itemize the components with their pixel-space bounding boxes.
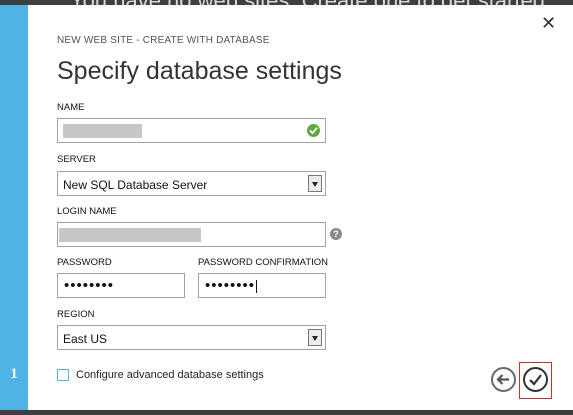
checkmark-icon (529, 374, 542, 386)
name-redacted-value (63, 124, 142, 138)
back-button[interactable] (491, 367, 516, 392)
region-select[interactable]: East US (57, 325, 326, 350)
arrow-left-icon (496, 374, 509, 385)
chevron-down-icon[interactable] (308, 329, 322, 346)
help-icon[interactable]: ? (330, 228, 342, 240)
password-confirmation-label: PASSWORD CONFIRMATION (198, 257, 329, 268)
login-name-input[interactable] (57, 222, 326, 247)
password-confirmation-input[interactable]: •••••••• (198, 273, 326, 298)
advanced-settings-checkbox[interactable] (57, 369, 69, 381)
chevron-down-icon[interactable] (308, 175, 322, 192)
close-icon[interactable]: ✕ (541, 14, 556, 32)
confirm-button[interactable] (523, 367, 548, 392)
valid-check-icon (307, 124, 320, 137)
login-name-redacted-value (59, 228, 201, 242)
name-label: NAME (57, 102, 85, 113)
password-label: PASSWORD (57, 257, 112, 268)
name-input[interactable] (57, 118, 326, 143)
dialog-title: Specify database settings (57, 57, 342, 85)
region-selected-value: East US (63, 332, 108, 346)
server-select[interactable]: New SQL Database Server (57, 171, 326, 196)
password-input[interactable]: •••••••• (57, 273, 185, 298)
login-name-label: LOGIN NAME (57, 206, 117, 217)
advanced-settings-label[interactable]: Configure advanced database settings (76, 369, 264, 381)
region-label: REGION (57, 309, 95, 320)
step-number: 1 (10, 366, 18, 382)
password-confirmation-value: •••••••• (205, 277, 256, 294)
dialog-subtitle: NEW WEB SITE - CREATE WITH DATABASE (57, 35, 270, 46)
password-value: •••••••• (64, 277, 115, 294)
password-confirmation-value-wrap: •••••••• (205, 277, 258, 294)
text-caret (256, 279, 258, 293)
server-selected-value: New SQL Database Server (63, 178, 208, 192)
create-website-dialog: 1 ✕ NEW WEB SITE - CREATE WITH DATABASE … (0, 5, 573, 410)
server-label: SERVER (57, 154, 96, 165)
step-sidebar: 1 (0, 5, 28, 410)
